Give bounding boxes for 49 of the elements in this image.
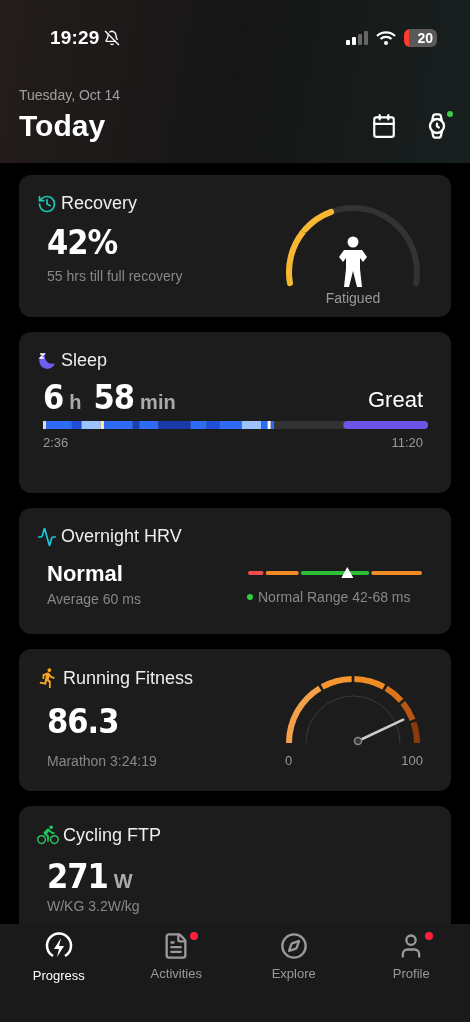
gauge-max: 100 (401, 753, 423, 768)
header-date: Tuesday, Oct 14 (19, 87, 122, 103)
wifi-icon (376, 31, 397, 45)
sleep-start-time: 2:36 (43, 435, 69, 450)
sleep-end-time: 11:20 (391, 435, 423, 450)
recovery-status: Fatigued (325, 290, 381, 306)
minutes-unit: min (140, 391, 176, 414)
card-title: Cycling FTP (63, 824, 161, 846)
page-title: Today (19, 109, 106, 143)
card-title: Recovery (61, 193, 138, 214)
ftp-unit: W (113, 870, 133, 893)
sleep-rating: Great (367, 387, 423, 413)
recovery-subtitle: 55 hrs till full recovery (47, 268, 183, 284)
gauge-needle (353, 718, 405, 746)
running-fitness-value: 86.3 (47, 701, 120, 741)
bell-off-icon (103, 30, 120, 46)
recovery-card[interactable]: Recovery 42% 55 hrs till full recovery Fatigued (19, 175, 451, 317)
cyclist-icon (37, 824, 59, 846)
ftp-value: 271 (47, 856, 108, 896)
running-fitness-card[interactable]: Running Fitness 86.3 Marathon 3:24:19 0 100 (19, 649, 451, 791)
tab-bar-item[interactable]: Profile (352, 932, 470, 988)
history-icon (37, 193, 57, 214)
gauge-min: 0 (285, 753, 293, 768)
hrv-status: Normal (47, 561, 124, 587)
waveform-icon (37, 526, 57, 547)
calendar-icon[interactable] (371, 113, 397, 139)
sleep-card[interactable]: Sleep 6 h 58 min Great 2:36 11:20 (19, 332, 451, 493)
recovery-value: 42% (47, 222, 119, 262)
tab-bar-item[interactable]: Activities (117, 932, 235, 988)
standing-figure-icon (339, 236, 367, 287)
tab-bar-item[interactable]: Progress (0, 932, 118, 988)
status-time: 19:29 (50, 27, 100, 49)
compass-icon (279, 932, 308, 960)
hours-unit: h (69, 391, 82, 414)
signal-icon (346, 31, 369, 45)
hrv-card[interactable]: Overnight HRV Normal Average 60 ms Normal Range 42-68 ms (19, 508, 451, 634)
card-title: Running Fitness (63, 667, 194, 689)
cycling-ftp-card[interactable]: Cycling FTP 271 W W/KG 3.2W/kg (19, 806, 451, 924)
hrv-average: Average 60 ms (47, 591, 141, 607)
sleep-hours: 6 (43, 377, 64, 417)
tab-bar-item[interactable]: Explore (235, 932, 353, 988)
watts-per-kg: W/KG 3.2W/kg (47, 898, 141, 914)
battery-level: 20 (404, 29, 437, 47)
normal-range: Normal Range 42-68 ms (258, 589, 411, 605)
marathon-prediction: Marathon 3:24:19 (47, 753, 157, 769)
sleep-minutes: 58 (93, 377, 135, 417)
card-title: Overnight HRV (61, 526, 182, 547)
moon-icon (37, 350, 57, 371)
card-title: Sleep (61, 350, 108, 371)
